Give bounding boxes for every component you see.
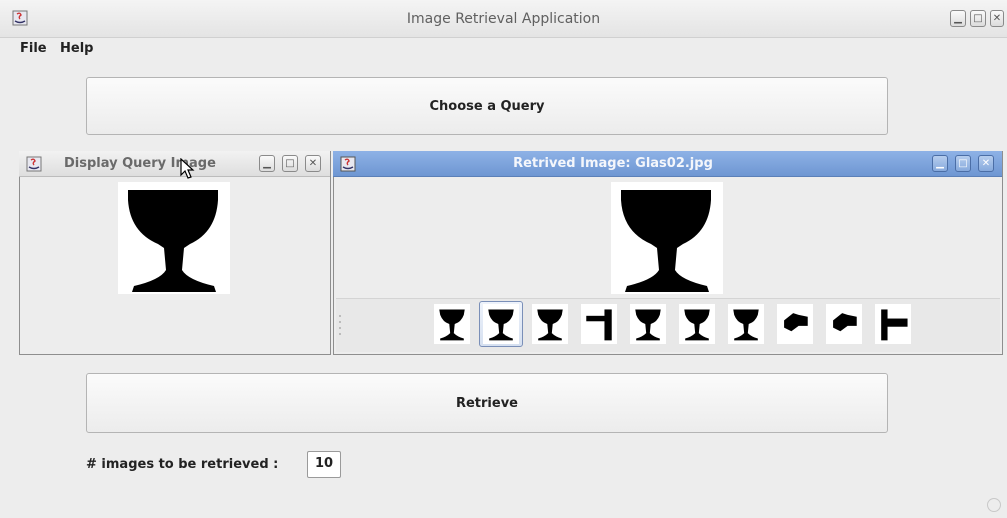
java-frame-icon: [26, 156, 42, 172]
retrieve-button[interactable]: Retrieve: [86, 373, 888, 433]
retrieved-frame-title: Retrived Image: Glas02.jpg: [513, 156, 713, 171]
maximize-button[interactable]: □: [970, 10, 986, 27]
close-icon: ✕: [308, 157, 318, 169]
minimize-icon: ▁: [954, 12, 962, 24]
thumbnail-image: [875, 304, 911, 344]
menubar: [0, 38, 1007, 60]
thumbnail-button[interactable]: [626, 301, 670, 347]
retrieved-close-button[interactable]: ✕: [978, 155, 994, 172]
count-input[interactable]: 10: [307, 451, 341, 478]
thumbnail-button[interactable]: [724, 301, 768, 347]
thumbnail-button[interactable]: [822, 301, 866, 347]
thumbnail-button[interactable]: [675, 301, 719, 347]
thumbnail-button[interactable]: [577, 301, 621, 347]
count-label: # images to be retrieved :: [86, 457, 279, 472]
thumbnail-row: [430, 301, 920, 349]
thumbnail-image: [777, 304, 813, 344]
maximize-icon: □: [958, 157, 968, 169]
thumbnail-image: [581, 304, 617, 344]
thumbnail-button[interactable]: [773, 301, 817, 347]
minimize-button[interactable]: ▁: [950, 10, 966, 27]
close-icon: ✕: [992, 12, 1002, 24]
thumbnail-button[interactable]: [479, 301, 523, 347]
close-icon: ✕: [981, 157, 991, 169]
thumbnail-image: [532, 304, 568, 344]
minimize-icon: ▁: [263, 157, 271, 169]
maximize-icon: □: [285, 157, 295, 169]
retrieved-image: [611, 182, 723, 294]
choose-query-label: Choose a Query: [429, 98, 545, 114]
query-close-button[interactable]: ✕: [305, 155, 321, 172]
toolbar-grip-icon[interactable]: [338, 313, 344, 339]
thumbnail-image: [434, 304, 470, 344]
query-image: [118, 182, 230, 294]
minimize-icon: ▁: [936, 157, 944, 169]
menu-file[interactable]: File: [20, 40, 47, 58]
query-minimize-button[interactable]: ▁: [259, 155, 275, 172]
retrieved-minimize-button[interactable]: ▁: [932, 155, 948, 172]
thumbnail-image: [826, 304, 862, 344]
resize-grip-icon[interactable]: [987, 498, 1001, 512]
choose-query-button[interactable]: Choose a Query: [86, 77, 888, 135]
thumbnail-image: [728, 304, 764, 344]
thumbnail-image: [630, 304, 666, 344]
retrieve-label: Retrieve: [455, 395, 519, 411]
maximize-icon: □: [973, 12, 983, 24]
thumbnail-button[interactable]: [528, 301, 572, 347]
window-title: Image Retrieval Application: [406, 11, 601, 27]
thumbnail-image: [483, 304, 519, 344]
thumbnail-image: [679, 304, 715, 344]
mouse-cursor-icon: [180, 157, 196, 180]
close-button[interactable]: ✕: [990, 10, 1004, 27]
retrieved-maximize-button[interactable]: □: [955, 155, 971, 172]
menu-help[interactable]: Help: [60, 40, 93, 58]
thumbnail-button[interactable]: [871, 301, 915, 347]
thumbnail-button[interactable]: [430, 301, 474, 347]
query-maximize-button[interactable]: □: [282, 155, 298, 172]
